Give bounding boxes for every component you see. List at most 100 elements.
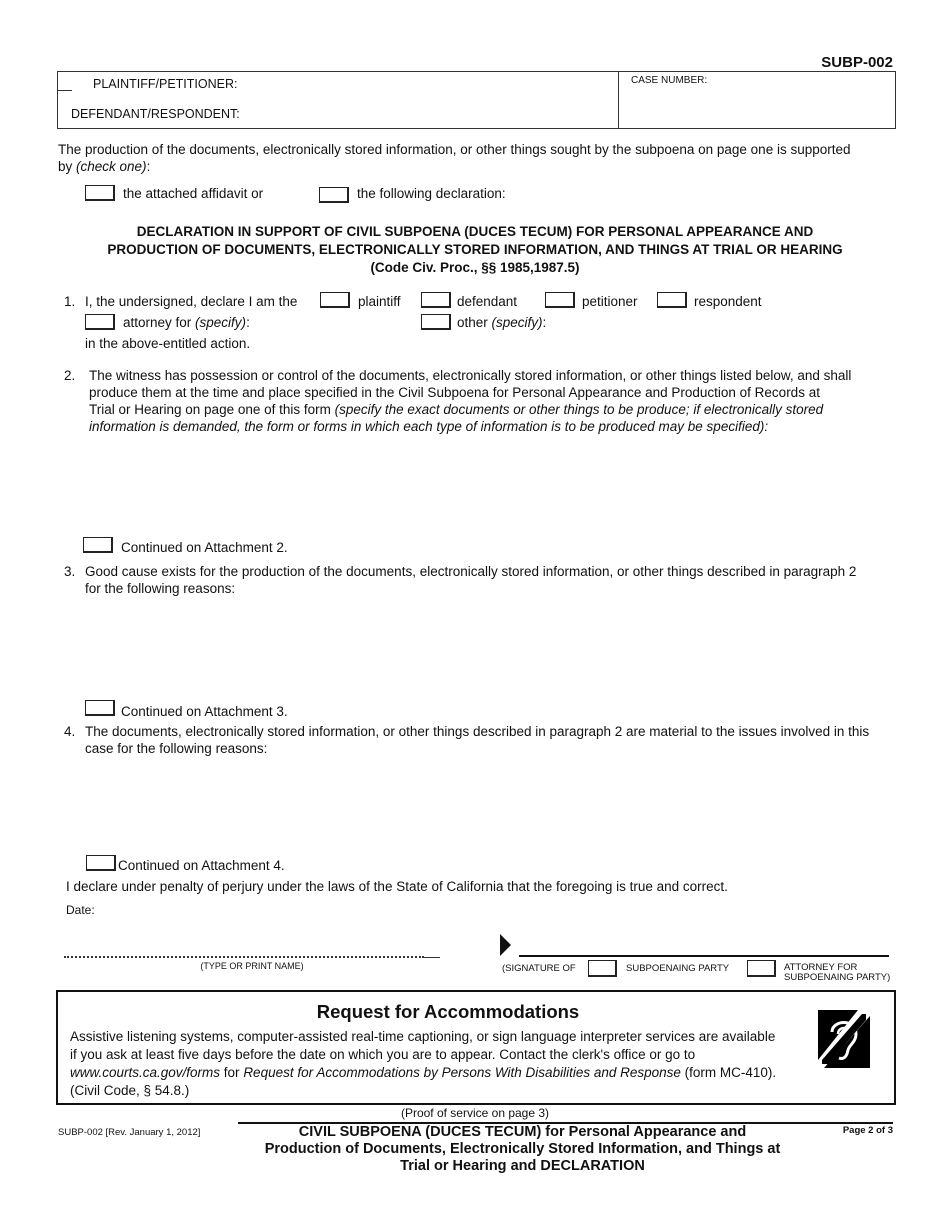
item1-text: I, the undersigned, declare I am the (85, 294, 298, 309)
other-label: other (specify): (457, 314, 546, 331)
above-entitled-action: in the above-entitled action. (85, 336, 251, 351)
other-specify: (specify) (491, 315, 543, 330)
footer-title: CIVIL SUBPOENA (DUCES TECUM) for Persona… (220, 1124, 825, 1175)
case-number-label: CASE NUMBER: (631, 75, 708, 86)
plaintiff-option-label: plaintiff (358, 294, 401, 309)
attorney-for-text: attorney for (123, 315, 196, 330)
form-id: SUBP-002 (821, 54, 893, 71)
respondent-checkbox[interactable] (657, 292, 687, 308)
accommodations-form-number: (form MC-410). (680, 1065, 777, 1080)
item3-number: 3. (64, 564, 76, 579)
footer-title-line2: Production of Documents, Electronically … (264, 1141, 781, 1157)
accommodations-line2: if you ask at least five days before the… (70, 1047, 696, 1062)
plaintiff-field[interactable] (72, 73, 612, 98)
item4-text: The documents, electronically stored inf… (85, 723, 905, 757)
attachment3-checkbox[interactable] (85, 700, 115, 716)
plaintiff-checkbox[interactable] (320, 292, 350, 308)
item2-text: The witness has possession or control of… (89, 367, 909, 435)
other-checkbox[interactable] (421, 314, 451, 330)
intro-by: by (58, 159, 77, 174)
footer-title-line3: Trial or Hearing and DECLARATION (400, 1158, 645, 1174)
case-number-field[interactable] (623, 90, 891, 124)
declaration-title-line2: PRODUCTION OF DOCUMENTS, ELECTRONICALLY … (107, 242, 843, 257)
defendant-option-label: defendant (457, 294, 518, 309)
petitioner-checkbox[interactable] (545, 292, 575, 308)
item4-line1: The documents, electronically stored inf… (85, 724, 870, 739)
courts-forms-link[interactable]: www.courts.ca.gov/forms (70, 1065, 220, 1080)
proof-of-service-note: (Proof of service on page 3) (400, 1106, 550, 1120)
item3-reasons-field[interactable] (85, 600, 895, 692)
item3-text: Good cause exists for the production of … (85, 563, 905, 597)
accommodations-line4: (Civil Code, § 54.8.) (70, 1083, 190, 1098)
attorney-for-checkbox[interactable] (85, 314, 115, 330)
item2-line3: Trial or Hearing on page one of this for… (89, 401, 909, 418)
footer-title-line1: CIVIL SUBPOENA (DUCES TECUM) for Persona… (298, 1124, 747, 1140)
item2-line4: information is demanded, the form or for… (89, 419, 769, 434)
other-field[interactable] (555, 312, 855, 330)
accommodations-box: Request for Accommodations Assistive lis… (56, 990, 896, 1105)
affidavit-label: the attached affidavit or (123, 186, 264, 201)
caption-tick (58, 90, 72, 91)
declaration-label: the following declaration: (357, 186, 506, 201)
intro-check-one: (check one) (76, 159, 147, 174)
item2-line2: produce them at the time and place speci… (89, 385, 820, 400)
attorney-subpoenaing-label: ATTORNEY FOR SUBPOENAING PARTY) (784, 963, 890, 983)
attachment4-label: Continued on Attachment 4. (118, 858, 285, 873)
defendant-field[interactable] (238, 102, 613, 126)
respondent-option-label: respondent (694, 294, 762, 309)
item2-line3-italic: (specify the exact documents or other th… (334, 402, 824, 417)
attorney-for-specify: (specify) (195, 315, 247, 330)
attachment2-checkbox[interactable] (83, 537, 113, 553)
item2-line1: The witness has possession or control of… (89, 368, 852, 383)
caption-box: PLAINTIFF/PETITIONER: DEFENDANT/RESPONDE… (57, 71, 896, 129)
signature-line (519, 955, 889, 957)
attorney-for-colon: : (246, 315, 250, 330)
declaration-title-line1: DECLARATION IN SUPPORT OF CIVIL SUBPOENA… (136, 224, 814, 239)
other-text: other (457, 315, 492, 330)
item3-line1: Good cause exists for the production of … (85, 564, 857, 579)
defendant-checkbox[interactable] (421, 292, 451, 308)
page-number: Page 2 of 3 (842, 1125, 893, 1136)
petitioner-option-label: petitioner (582, 294, 638, 309)
intro-main: The production of the documents, electro… (58, 142, 851, 157)
item2-documents-field[interactable] (89, 436, 894, 528)
item1-number: 1. (64, 294, 76, 309)
date-field[interactable] (100, 898, 300, 918)
accommodations-for: for (220, 1065, 244, 1080)
defendant-label: DEFENDANT/RESPONDENT: (71, 107, 240, 121)
form-revision: SUBP-002 [Rev. January 1, 2012] (58, 1127, 201, 1138)
item4-line2: case for the following reasons: (85, 741, 268, 756)
item3-line2: for the following reasons: (85, 581, 236, 596)
subpoenaing-party-checkbox[interactable] (588, 960, 617, 977)
attachment3-label: Continued on Attachment 3. (121, 704, 288, 719)
attorney-for-field[interactable] (265, 312, 415, 330)
intro-text: The production of the documents, electro… (58, 141, 898, 175)
signature-field[interactable] (519, 928, 889, 953)
caption-divider (618, 72, 619, 128)
declaration-checkbox[interactable] (319, 187, 349, 203)
signature-arrow-icon (500, 934, 511, 956)
accommodations-line3: www.courts.ca.gov/forms for Request for … (70, 1064, 815, 1082)
attachment2-label: Continued on Attachment 2. (121, 540, 288, 555)
accommodations-line1: Assistive listening systems, computer-as… (70, 1029, 776, 1044)
date-label: Date: (66, 903, 95, 917)
perjury-statement: I declare under penalty of perjury under… (66, 879, 728, 894)
accommodations-title: Request for Accommodations (316, 1001, 580, 1022)
hearing-assistance-icon (818, 1010, 870, 1068)
item2-number: 2. (64, 368, 76, 383)
declaration-title-line3: (Code Civ. Proc., §§ 1985,1987.5) (370, 260, 580, 275)
attorney-subpoenaing-checkbox[interactable] (747, 960, 776, 977)
attorney-for-label: attorney for (specify): (123, 314, 250, 331)
signature-of-label: (SIGNATURE OF (502, 963, 576, 974)
print-name-field[interactable] (64, 930, 440, 954)
attachment4-checkbox[interactable] (86, 855, 116, 871)
other-colon: : (542, 315, 547, 330)
affidavit-checkbox[interactable] (85, 185, 115, 201)
item2-line3-plain: Trial or Hearing on page one of this for… (89, 402, 335, 417)
print-name-caption: (TYPE OR PRINT NAME) (200, 961, 304, 971)
accommodations-form-title: Request for Accommodations by Persons Wi… (243, 1065, 681, 1080)
subpoenaing-party-label: SUBPOENAING PARTY (626, 963, 730, 974)
item4-reasons-field[interactable] (85, 760, 895, 848)
name-line-end (424, 957, 440, 958)
declaration-title: DECLARATION IN SUPPORT OF CIVIL SUBPOENA… (50, 223, 900, 277)
